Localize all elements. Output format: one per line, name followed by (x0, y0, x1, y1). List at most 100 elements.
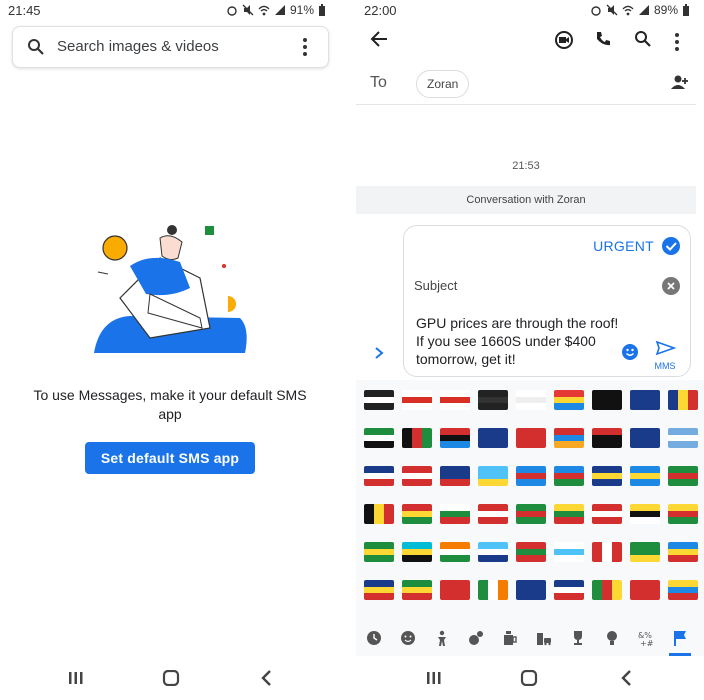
flag-emoji[interactable] (592, 390, 622, 410)
send-mms-button[interactable]: MMS (650, 340, 680, 371)
smileys-icon[interactable] (400, 630, 416, 646)
flag-emoji[interactable] (668, 580, 698, 600)
clear-subject-icon[interactable] (662, 277, 680, 295)
flag-emoji[interactable] (630, 428, 660, 448)
message-input[interactable]: GPU prices are through the roof! If you … (416, 314, 626, 368)
left-phone-screen: 21:45 91% Search images & videos To use … (0, 0, 340, 700)
flag-emoji[interactable] (440, 428, 470, 448)
flag-emoji[interactable] (668, 428, 698, 448)
flag-emoji[interactable] (592, 466, 622, 486)
lightbulb-icon[interactable] (604, 630, 620, 646)
svg-text:+#: +# (640, 639, 654, 646)
flag-emoji[interactable] (402, 390, 432, 410)
flag-emoji[interactable] (668, 466, 698, 486)
urgent-label[interactable]: URGENT (593, 238, 654, 254)
travel-icon[interactable] (536, 630, 552, 646)
activities-icon[interactable] (468, 630, 484, 646)
flag-emoji[interactable] (478, 504, 508, 524)
flag-emoji[interactable] (364, 428, 394, 448)
status-bar: 21:45 91% (0, 0, 340, 22)
more-options-icon[interactable] (675, 33, 679, 51)
flag-emoji[interactable] (668, 390, 698, 410)
home-icon[interactable] (520, 669, 538, 691)
flag-emoji[interactable] (440, 390, 470, 410)
recipient-chip[interactable]: Zoran (416, 70, 470, 98)
subject-field[interactable]: Subject (414, 278, 457, 293)
conversation-banner: Conversation with Zoran (356, 186, 696, 214)
video-call-icon[interactable] (554, 30, 574, 55)
flag-emoji[interactable] (364, 580, 394, 600)
compose-box[interactable]: URGENT Subject GPU prices are through th… (403, 225, 691, 377)
send-label: MMS (654, 361, 676, 371)
flag-emoji[interactable] (402, 580, 432, 600)
flag-emoji[interactable] (364, 466, 394, 486)
food-icon[interactable] (502, 630, 518, 646)
flag-emoji[interactable] (440, 504, 470, 524)
flag-emoji[interactable] (668, 504, 698, 524)
flag-emoji[interactable] (592, 542, 622, 562)
flag-emoji[interactable] (516, 580, 546, 600)
flag-emoji[interactable] (364, 542, 394, 562)
flag-emoji[interactable] (630, 390, 660, 410)
phone-call-icon[interactable] (594, 30, 612, 53)
flag-emoji[interactable] (364, 504, 394, 524)
flag-emoji[interactable] (478, 542, 508, 562)
symbols-icon[interactable]: &% +# (638, 630, 654, 648)
flag-emoji[interactable] (478, 580, 508, 600)
flag-emoji[interactable] (516, 428, 546, 448)
flag-emoji[interactable] (478, 390, 508, 410)
people-icon[interactable] (434, 630, 450, 646)
flag-emoji[interactable] (554, 580, 584, 600)
recent-emoji-icon[interactable] (366, 630, 382, 646)
flag-emoji[interactable] (592, 580, 622, 600)
flag-emoji[interactable] (364, 390, 394, 410)
alarm-icon (590, 4, 602, 16)
back-icon[interactable] (260, 670, 272, 691)
flag-emoji[interactable] (402, 542, 432, 562)
flag-emoji[interactable] (554, 428, 584, 448)
flag-emoji[interactable] (516, 466, 546, 486)
set-default-sms-button[interactable]: Set default SMS app (85, 442, 255, 474)
flag-emoji[interactable] (440, 466, 470, 486)
status-icons: 89% (590, 3, 694, 17)
emoji-icon[interactable] (622, 344, 638, 360)
flag-emoji[interactable] (554, 390, 584, 410)
expand-chevron-icon[interactable] (374, 346, 384, 365)
flag-emoji[interactable] (668, 542, 698, 562)
flag-emoji[interactable] (630, 504, 660, 524)
home-icon[interactable] (162, 669, 180, 691)
add-people-icon[interactable] (670, 74, 690, 95)
flag-emoji[interactable] (516, 542, 546, 562)
search-bar[interactable]: Search images & videos (12, 26, 329, 68)
signal-icon (638, 4, 650, 16)
flag-emoji[interactable] (440, 580, 470, 600)
flag-emoji[interactable] (630, 580, 660, 600)
flag-emoji[interactable] (402, 504, 432, 524)
flag-emoji[interactable] (516, 504, 546, 524)
flag-emoji[interactable] (592, 504, 622, 524)
flag-emoji[interactable] (478, 466, 508, 486)
flag-emoji[interactable] (402, 428, 432, 448)
trophy-icon[interactable] (570, 630, 586, 646)
flag-emoji[interactable] (630, 466, 660, 486)
recents-icon[interactable] (68, 670, 84, 691)
default-sms-message: To use Messages, make it your default SM… (33, 387, 307, 422)
flag-emoji[interactable] (554, 466, 584, 486)
back-icon[interactable] (620, 670, 632, 691)
flag-emoji[interactable] (440, 542, 470, 562)
more-options-icon[interactable] (303, 38, 307, 56)
flag-emoji[interactable] (630, 542, 660, 562)
alarm-icon (226, 4, 238, 16)
recents-icon[interactable] (426, 670, 442, 691)
flag-emoji[interactable] (592, 428, 622, 448)
search-icon[interactable] (634, 30, 652, 53)
flag-emoji[interactable] (554, 504, 584, 524)
flag-emoji[interactable] (402, 466, 432, 486)
urgent-check-icon[interactable] (662, 237, 680, 255)
flags-icon[interactable] (672, 630, 688, 646)
flag-emoji[interactable] (516, 390, 546, 410)
back-arrow-icon[interactable] (370, 30, 388, 53)
flag-emoji[interactable] (554, 542, 584, 562)
flag-emoji[interactable] (478, 428, 508, 448)
system-nav-bar (0, 656, 340, 700)
